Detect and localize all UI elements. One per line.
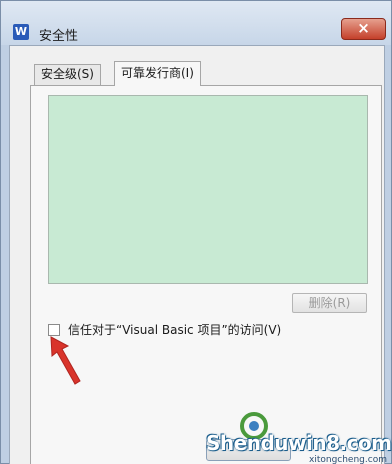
close-icon[interactable]: × xyxy=(341,18,386,40)
red-arrow-icon xyxy=(50,336,81,385)
wps-writer-icon: W xyxy=(13,24,29,40)
delete-button[interactable]: 删除(R) xyxy=(292,293,367,313)
title-bar[interactable]: W 安全性 × xyxy=(1,1,391,45)
dialog-title: 安全性 xyxy=(39,29,79,44)
watermark-text: Shenduwin8.com xyxy=(206,431,392,455)
trusted-publishers-list[interactable] xyxy=(48,95,368,284)
security-dialog: W 安全性 × 安全级(S) 可靠发行商(I) 删除(R) 信任对于“Visua… xyxy=(0,0,392,464)
trust-vba-label[interactable]: 信任对于“Visual Basic 项目”的访问(V) xyxy=(68,321,281,338)
tab-trusted-publishers[interactable]: 可靠发行商(I) xyxy=(114,61,201,86)
watermark-subtext: xitongcheng.com xyxy=(309,455,387,464)
dialog-body: 安全级(S) 可靠发行商(I) 删除(R) 信任对于“Visual Basic … xyxy=(9,45,385,464)
tab-security-level[interactable]: 安全级(S) xyxy=(34,64,101,85)
tab-panel-trusted-publishers: 删除(R) 信任对于“Visual Basic 项目”的访问(V) xyxy=(30,85,382,464)
watermark: Shenduwin8.com xitongcheng.com xyxy=(206,411,392,464)
